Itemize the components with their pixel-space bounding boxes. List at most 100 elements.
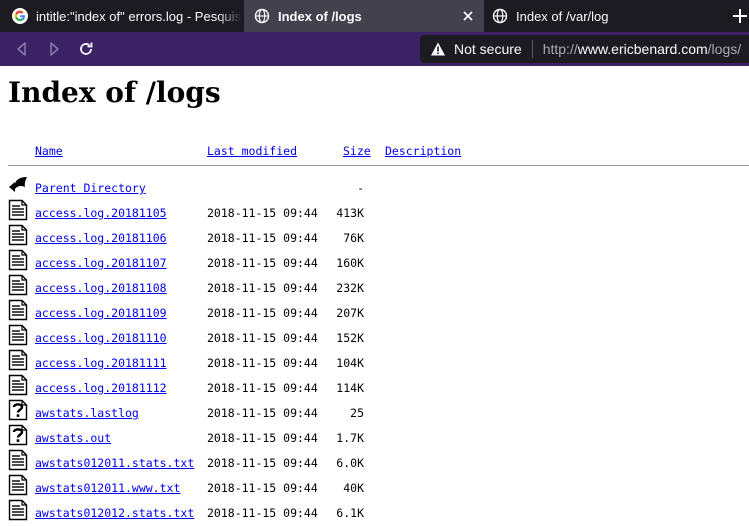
file-link[interactable]: awstats012011.stats.txt (35, 456, 194, 470)
file-link[interactable]: access.log.20181111 (35, 356, 167, 370)
file-row: awstats012011.stats.txt 2018-11-15 09:44 6… (0, 449, 749, 474)
page-title: Index of /logs (8, 76, 221, 109)
file-link[interactable]: awstats.out (35, 431, 111, 445)
file-size: 25 (350, 406, 364, 420)
file-row: access.log.20181108 2018-11-15 09:44 232K (0, 274, 749, 299)
tab-title: intitle:"index of" errors.log - Pesquisa… (36, 8, 242, 24)
file-link[interactable]: access.log.20181106 (35, 231, 167, 245)
file-modified: 2018-11-15 09:44 (207, 256, 318, 270)
file-row: access.log.20181109 2018-11-15 09:44 207K (0, 299, 749, 324)
file-row: awstats012012.stats.txt 2018-11-15 09:44 6… (0, 499, 749, 524)
tab-title: Index of /logs (278, 8, 362, 24)
forward-icon[interactable] (46, 41, 62, 57)
url-host: www.ericbenard.com (577, 41, 708, 57)
tab-index-of-var-log[interactable]: Index of /var/log (484, 0, 726, 32)
file-row: access.log.20181106 2018-11-15 09:44 76K (0, 224, 749, 249)
new-tab-plus-icon[interactable] (732, 8, 748, 24)
urlbar-separator (531, 40, 533, 58)
globe-icon (254, 8, 270, 24)
file-row: access.log.20181111 2018-11-15 09:44 104K (0, 349, 749, 374)
column-header-name[interactable]: Name (35, 144, 63, 158)
file-modified: 2018-11-15 09:44 (207, 281, 318, 295)
text-file-icon (8, 274, 28, 296)
reload-icon[interactable] (78, 41, 94, 57)
file-row: awstats012011.www.txt 2018-11-15 09:44 40K (0, 474, 749, 499)
file-row: access.log.20181107 2018-11-15 09:44 160K (0, 249, 749, 274)
file-row: awstats.out 2018-11-15 09:44 1.7K (0, 424, 749, 449)
file-link[interactable]: access.log.20181109 (35, 306, 167, 320)
file-link[interactable]: access.log.20181110 (35, 331, 167, 345)
page-content: Index of /logs Name Last modified Size D… (0, 66, 749, 526)
file-modified: 2018-11-15 09:44 (207, 356, 318, 370)
file-link[interactable]: access.log.20181105 (35, 206, 167, 220)
text-file-icon (8, 499, 28, 521)
file-modified: 2018-11-15 09:44 (207, 331, 318, 345)
file-row: access.log.20181112 2018-11-15 09:44 114K (0, 374, 749, 399)
file-modified: 2018-11-15 09:44 (207, 381, 318, 395)
close-icon[interactable] (460, 8, 476, 24)
file-size: 6.0K (336, 456, 364, 470)
text-file-icon (8, 374, 28, 396)
column-header-description[interactable]: Description (385, 144, 461, 158)
file-size: 6.1K (336, 506, 364, 520)
unknown-file-icon (8, 424, 28, 446)
address-bar[interactable]: Not secure http://www.ericbenard.com/log… (420, 35, 749, 63)
back-arrow-icon (9, 177, 27, 192)
text-file-icon (8, 199, 28, 221)
file-link[interactable]: access.log.20181107 (35, 256, 167, 270)
file-row: access.log.20181110 2018-11-15 09:44 152K (0, 324, 749, 349)
tab-google-search[interactable]: intitle:"index of" errors.log - Pesquisa… (0, 0, 242, 32)
globe-icon (492, 8, 508, 24)
text-file-icon (8, 224, 28, 246)
tab-index-of-logs[interactable]: Index of /logs (244, 0, 484, 32)
file-size: 76K (343, 231, 364, 245)
header-divider (8, 165, 749, 166)
text-file-icon (8, 299, 28, 321)
tab-bar: intitle:"index of" errors.log - Pesquisa… (0, 0, 749, 32)
file-link[interactable]: awstats012012.stats.txt (35, 506, 194, 520)
file-modified: 2018-11-15 09:44 (207, 456, 318, 470)
parent-directory-row: Parent Directory - (0, 174, 749, 199)
file-modified: 2018-11-15 09:44 (207, 406, 318, 420)
text-file-icon (8, 449, 28, 471)
file-link[interactable]: access.log.20181112 (35, 381, 167, 395)
file-modified: 2018-11-15 09:44 (207, 481, 318, 495)
file-row: awstats.lastlog 2018-11-15 09:44 25 (0, 399, 749, 424)
column-header-size[interactable]: Size (343, 144, 371, 158)
text-file-icon (8, 349, 28, 371)
file-size: 207K (336, 306, 364, 320)
url-path: /logs/ (707, 41, 742, 57)
file-size: 104K (336, 356, 364, 370)
file-link[interactable]: access.log.20181108 (35, 281, 167, 295)
unknown-file-icon (8, 399, 28, 421)
file-size: 413K (336, 206, 364, 220)
file-size: 160K (336, 256, 364, 270)
navigation-toolbar: Not secure http://www.ericbenard.com/log… (0, 32, 749, 66)
file-link[interactable]: awstats012011.www.txt (35, 481, 180, 495)
file-modified: 2018-11-15 09:44 (207, 231, 318, 245)
file-link[interactable]: awstats.lastlog (35, 406, 139, 420)
google-icon (12, 8, 28, 24)
file-size: 232K (336, 281, 364, 295)
text-file-icon (8, 249, 28, 271)
text-file-icon (8, 324, 28, 346)
file-size: 152K (336, 331, 364, 345)
file-modified: 2018-11-15 09:44 (207, 306, 318, 320)
file-size: 1.7K (336, 431, 364, 445)
back-icon[interactable] (14, 41, 30, 57)
url-scheme: http:// (542, 41, 578, 57)
security-label[interactable]: Not secure (454, 41, 522, 57)
file-modified: 2018-11-15 09:44 (207, 431, 318, 445)
parent-directory-link[interactable]: Parent Directory (35, 181, 146, 195)
file-size: 40K (343, 481, 364, 495)
file-size: - (357, 181, 364, 195)
column-header-last-modified[interactable]: Last modified (207, 144, 297, 158)
file-size: 114K (336, 381, 364, 395)
warning-icon[interactable] (430, 41, 446, 57)
file-modified: 2018-11-15 09:44 (207, 206, 318, 220)
file-modified: 2018-11-15 09:44 (207, 506, 318, 520)
file-row: access.log.20181105 2018-11-15 09:44 413K (0, 199, 749, 224)
url-text[interactable]: http://www.ericbenard.com/logs/ (543, 41, 741, 57)
tab-title: Index of /var/log (516, 8, 609, 24)
text-file-icon (8, 474, 28, 496)
